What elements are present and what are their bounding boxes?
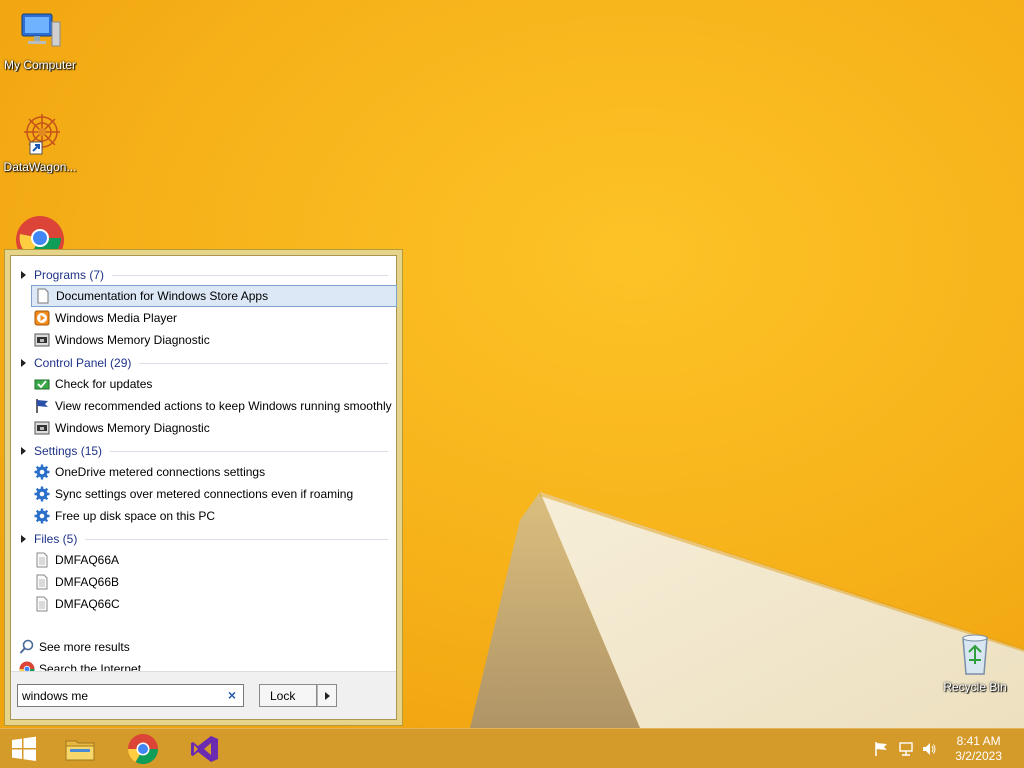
datawagon-logo-icon [16, 110, 64, 158]
gear-icon [34, 486, 50, 502]
visual-studio-button[interactable] [189, 733, 221, 765]
desktop-icon-my-computer[interactable]: My Computer [0, 8, 80, 72]
start-button[interactable] [8, 733, 40, 765]
memory-diagnostic-icon [34, 332, 50, 348]
visual-studio-icon [191, 736, 218, 762]
folder-icon [65, 740, 95, 761]
file-icon [34, 552, 50, 568]
expand-triangle-icon [21, 447, 26, 455]
expand-triangle-icon [21, 535, 26, 543]
result-item[interactable]: DMFAQ66B [31, 571, 397, 593]
result-item[interactable]: Check for updates [31, 373, 397, 395]
clock-time: 8:41 AM [956, 734, 1001, 748]
taskbar-clock[interactable]: 8:41 AM 3/2/2023 [955, 734, 1002, 764]
gear-icon [34, 464, 50, 480]
magnifier-icon [19, 639, 35, 655]
result-item[interactable]: Sync settings over metered connections e… [31, 483, 397, 505]
expand-triangle-icon [21, 359, 26, 367]
start-menu-panel: Programs (7) Documentation for Windows S… [10, 255, 397, 720]
taskbar: 8:41 AM 3/2/2023 [0, 728, 1024, 768]
result-item[interactable]: DMFAQ66A [31, 549, 397, 571]
file-icon [34, 596, 50, 612]
result-item[interactable]: Free up disk space on this PC [31, 505, 397, 527]
expand-triangle-icon [21, 271, 26, 279]
gear-icon [34, 508, 50, 524]
result-item[interactable]: Windows Memory Diagnostic [31, 417, 397, 439]
file-icon [34, 574, 50, 590]
action-center-flag-icon[interactable] [873, 741, 889, 757]
desktop-icon-recycle-bin[interactable]: Recycle Bin [935, 630, 1015, 694]
desktop-icon-label: My Computer [3, 58, 77, 72]
group-header-programs[interactable]: Programs (7) [19, 266, 388, 284]
desktop-icon-label: Recycle Bin [943, 680, 1007, 694]
see-more-results-link[interactable]: See more results [19, 637, 130, 657]
memory-diagnostic-icon [34, 420, 50, 436]
volume-icon[interactable] [921, 741, 937, 757]
media-player-icon [34, 310, 50, 326]
result-item[interactable]: DMFAQ66C [31, 593, 397, 615]
result-item[interactable]: Windows Memory Diagnostic [31, 329, 397, 351]
power-options-arrow-button[interactable] [317, 684, 337, 707]
computer-icon [16, 8, 64, 56]
group-header-control-panel[interactable]: Control Panel (29) [19, 354, 388, 372]
network-icon[interactable] [898, 741, 914, 757]
chrome-taskbar-button[interactable] [127, 733, 159, 765]
action-center-flag-icon [34, 398, 50, 414]
clock-date: 3/2/2023 [955, 749, 1002, 763]
group-header-files[interactable]: Files (5) [19, 530, 388, 548]
result-item[interactable]: OneDrive metered connections settings [31, 461, 397, 483]
windows-logo-icon [12, 736, 36, 761]
file-explorer-button[interactable] [64, 733, 96, 765]
start-menu: Programs (7) Documentation for Windows S… [4, 249, 403, 726]
desktop-icon-label: DataWagon... [3, 160, 77, 174]
chrome-icon [128, 734, 158, 765]
result-item[interactable]: Documentation for Windows Store Apps [31, 285, 397, 307]
search-input[interactable] [18, 685, 218, 706]
search-box: × [17, 684, 244, 707]
lock-button[interactable]: Lock [259, 684, 317, 707]
desktop-icon-datawagon[interactable]: DataWagon... [0, 110, 80, 174]
clear-search-icon[interactable]: × [224, 687, 240, 703]
document-icon [35, 288, 51, 304]
result-item[interactable]: Windows Media Player [31, 307, 397, 329]
windows-update-icon [34, 376, 50, 392]
recycle-bin-icon [951, 630, 999, 678]
start-menu-footer: × Lock [11, 671, 396, 719]
group-header-settings[interactable]: Settings (15) [19, 442, 388, 460]
result-item[interactable]: View recommended actions to keep Windows… [31, 395, 397, 417]
